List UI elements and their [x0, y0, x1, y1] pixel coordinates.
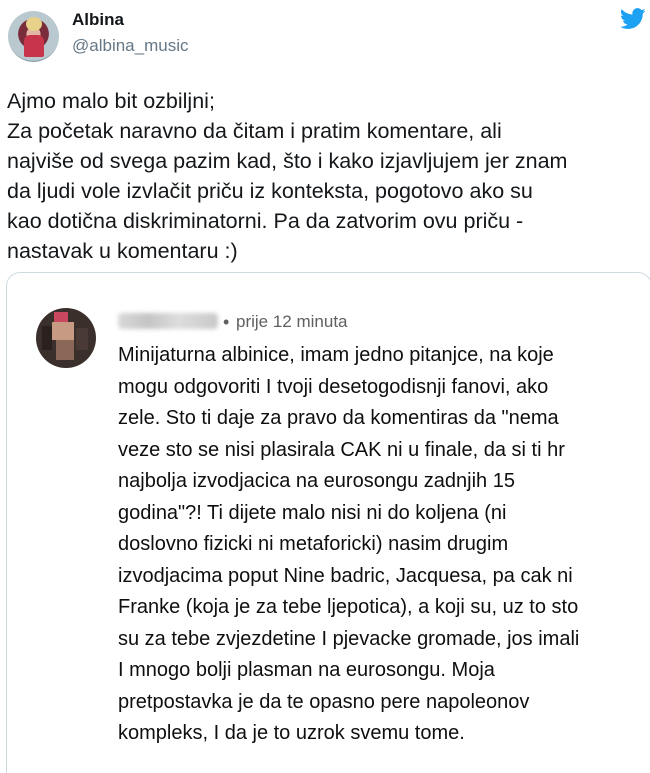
commenter-username-blurred [118, 313, 218, 329]
comment-text-line: Minijaturna albinice, imam jedno pitanjc… [118, 344, 554, 366]
comment-text-line: su za tebe zvjezdetine I pjevacke gromad… [118, 627, 580, 650]
comment-text-line: kompleks, I da je to uzrok svemu tome. [118, 722, 465, 744]
avatar-pixel [54, 312, 68, 322]
tweet-text-line: da ljudi vole izvlačit priču iz kontekst… [7, 179, 533, 203]
author-avatar[interactable] [8, 11, 59, 62]
author-handle[interactable]: @albina_music [72, 36, 188, 56]
avatar-pixel [42, 326, 52, 350]
avatar-figure [24, 35, 44, 57]
comment-text-line: godina"?! Ti dijete malo nisi ni do kolj… [118, 501, 507, 524]
tweet-text-line: nastavak u komentaru :) [7, 239, 238, 263]
commenter-avatar-pixelated [36, 308, 96, 368]
comment-timestamp: prije 12 minuta [236, 312, 348, 331]
tweet-text: Ajmo malo bit ozbiljni; Za početak narav… [7, 86, 647, 266]
comment-text-line: doslovno fizicki ni metaforicki) nasim d… [118, 533, 509, 555]
time-separator: • [223, 312, 230, 332]
comment-text-line: pretpostavka je da te opasno pere napole… [118, 690, 530, 713]
tweet-text-line: kao dotična diskriminatorni. Pa da zatvo… [7, 209, 524, 233]
comment-text-line: I mnogo bolji plasman na eurosongu. Moja [118, 659, 495, 681]
comment-text-line: mogu odgovoriti I tvoji desetogodisnji f… [118, 375, 549, 398]
tweet-text-line: Za početak naravno da čitam i pratim kom… [7, 119, 502, 143]
comment-text-line: Franke (koja je za tebe ljepotica), a ko… [118, 596, 579, 618]
avatar-pixel [76, 328, 88, 350]
comment-text-line: zele. Sto ti daje za pravo da komentiras… [118, 407, 559, 429]
tweet-text-line: Ajmo malo bit ozbiljni; [7, 89, 215, 113]
comment-text-line: najbolja izvodjacica na eurosongu zadnji… [118, 470, 515, 492]
comment-text: Minijaturna albinice, imam jedno pitanjc… [118, 340, 638, 750]
avatar-pixel [52, 322, 74, 340]
twitter-bird-icon[interactable] [620, 8, 646, 30]
avatar-pixel [56, 340, 74, 360]
avatar-hair [26, 17, 42, 31]
tweet-text-line: najviše od svega pazim kad, što i kako i… [7, 149, 568, 173]
comment-text-line: veze sto se nisi plasirala CAK ni u fina… [118, 438, 565, 461]
author-display-name[interactable]: Albina [72, 10, 124, 30]
comment-text-line: izvodjacima poput Nine badric, Jacquesa,… [118, 564, 573, 587]
tweet-header: Albina @albina_music [0, 0, 650, 80]
